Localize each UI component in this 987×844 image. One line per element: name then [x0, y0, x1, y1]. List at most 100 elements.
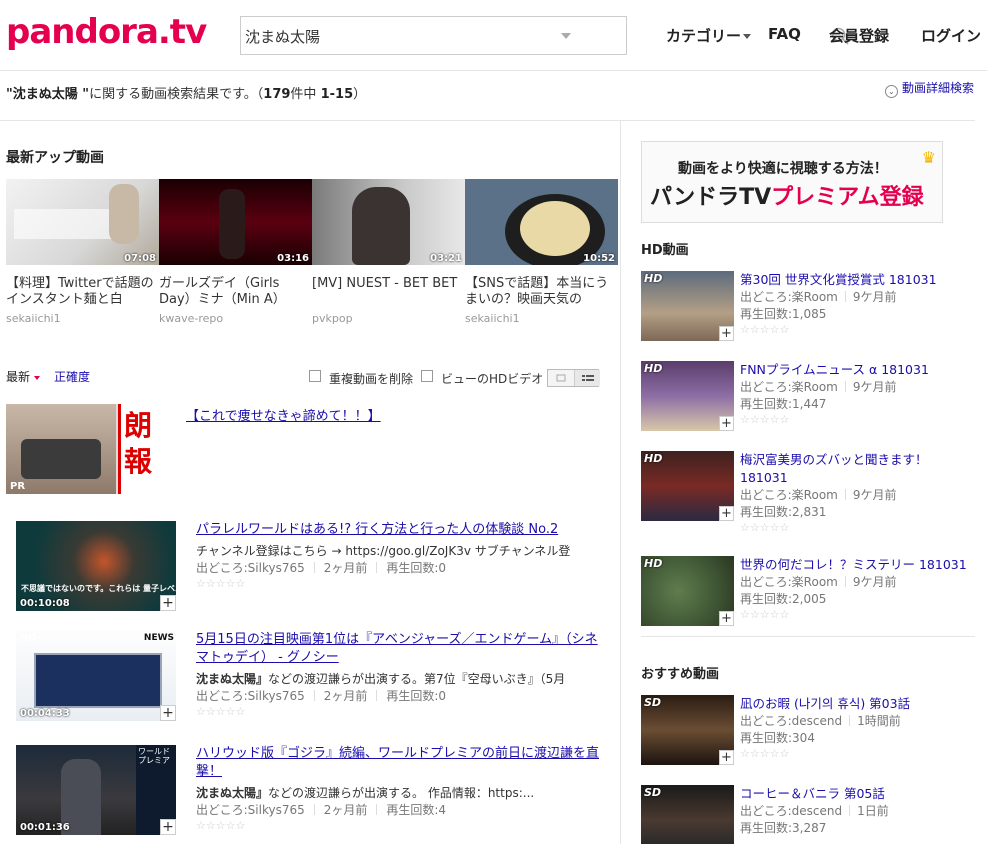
- video-thumbnail[interactable]: HD +: [641, 556, 734, 626]
- advanced-search-link[interactable]: ⌄ 動画詳細検索: [885, 79, 974, 98]
- result-item[interactable]: 不思議ではないのです。これらは 量子レベルで 00:10:08 + パラレルワー…: [16, 521, 606, 613]
- video-title-link[interactable]: FNNプライムニュース α 181031: [740, 361, 975, 379]
- channel-name[interactable]: sekaiichi1: [465, 312, 618, 325]
- latest-video[interactable]: 03:21 [MV] NUEST - BET BET pvkpop: [312, 179, 465, 325]
- divider: [641, 636, 975, 637]
- source[interactable]: 出どころ:Silkys765: [196, 803, 305, 817]
- remove-duplicates-label: 重複動画を削除: [329, 372, 414, 386]
- video-title[interactable]: 【SNSで話題】本当にうまいの？映画天気の: [465, 276, 618, 308]
- video-thumbnail[interactable]: SD +: [641, 695, 734, 765]
- latest-video[interactable]: 07:08 【料理】Twitterで話題のインスタント麺と白 sekaiichi…: [6, 179, 159, 325]
- recommended-video-item[interactable]: SD コーヒー＆バニラ 第05話 出どころ:descend 1日前 再生回数:3,…: [641, 785, 971, 844]
- pr-thumbnail[interactable]: 朗報 PR: [6, 404, 166, 494]
- hd-view-checkbox[interactable]: [421, 370, 433, 382]
- video-title-link[interactable]: 世界の何だコレ！？ミステリー 181031: [740, 556, 975, 574]
- rating-stars: ☆☆☆☆☆: [740, 323, 790, 336]
- pr-title-link[interactable]: 【これで痩せなきゃ諦めて！！】: [186, 405, 381, 424]
- hd-video-item[interactable]: HD + 梅沢富美男のズバッと聞きます！ 181031 出どころ:楽Room 9ケ…: [641, 451, 971, 534]
- hd-video-item[interactable]: HD + FNNプライムニュース α 181031 出どころ:楽Room 9ケ月前…: [641, 361, 971, 433]
- column-divider: [620, 120, 621, 844]
- rating-stars: ☆☆☆☆☆: [196, 577, 246, 590]
- grid-view-icon[interactable]: [548, 370, 574, 386]
- result-title-link[interactable]: パラレルワールドはある!? 行く方法と行った人の体験談 No.2: [196, 521, 606, 539]
- chevron-down-icon: [743, 34, 752, 39]
- sort-latest[interactable]: 最新: [6, 368, 41, 385]
- rating-stars: ☆☆☆☆☆: [196, 705, 246, 718]
- add-to-playlist-button[interactable]: +: [719, 750, 734, 765]
- video-title-link[interactable]: 第30回 世界文化賞授賞式 181031: [740, 271, 975, 289]
- add-to-playlist-button[interactable]: +: [160, 595, 176, 611]
- channel-name[interactable]: pvkpop: [312, 312, 465, 325]
- add-to-playlist-button[interactable]: +: [719, 416, 734, 431]
- result-meta: 出どころ:Silkys765 2ヶ月前 再生回数:0: [196, 561, 447, 575]
- add-to-playlist-button[interactable]: +: [719, 611, 734, 626]
- divider: [0, 120, 975, 121]
- pr-badge: PR: [10, 481, 26, 492]
- add-to-playlist-button[interactable]: +: [719, 506, 734, 521]
- nav-register[interactable]: 会員登録: [829, 25, 889, 46]
- video-thumbnail[interactable]: HD +: [641, 361, 734, 431]
- video-title[interactable]: [MV] NUEST - BET BET: [312, 276, 465, 308]
- hd-heading: HD動画: [641, 243, 689, 258]
- video-thumbnail[interactable]: SD: [641, 785, 734, 844]
- source[interactable]: 出どころ:Silkys765: [196, 689, 305, 703]
- rating-stars: ☆☆☆☆☆: [740, 413, 790, 426]
- source[interactable]: 出どころ:Silkys765: [196, 561, 305, 575]
- video-thumbnail[interactable]: HD NEWS 00:04:33 +: [16, 631, 176, 721]
- hd-view-label: ビューのHDビデオ: [441, 372, 544, 386]
- video-thumbnail[interactable]: 03:16: [159, 179, 312, 265]
- caret-down-icon: [34, 375, 41, 380]
- result-description: 沈まぬ太陽』などの渡辺謙らが出演する。 作品情報：https:...: [196, 786, 535, 800]
- list-view-icon[interactable]: [574, 370, 600, 386]
- video-title-link[interactable]: 凪のお暇 (나기의 휴식) 第03話: [740, 695, 975, 713]
- search-box[interactable]: [240, 16, 849, 55]
- crown-icon: ♛: [921, 148, 936, 167]
- result-meta: 出どころ:Silkys765 2ヶ月前 再生回数:0: [196, 689, 447, 703]
- nav-category[interactable]: カテゴリー: [666, 25, 752, 46]
- view-toggle[interactable]: [547, 369, 600, 387]
- remove-duplicates-checkbox[interactable]: [309, 370, 321, 382]
- video-title[interactable]: ガールズデイ（Girls Day）ミナ（Min A）: [159, 276, 312, 308]
- rating-stars: ☆☆☆☆☆: [740, 747, 790, 760]
- rating-stars: ☆☆☆☆☆: [740, 521, 790, 534]
- result-meta: 出どころ:Silkys765 2ヶ月前 再生回数:4: [196, 803, 447, 817]
- video-title-link[interactable]: コーヒー＆バニラ 第05話: [740, 785, 975, 803]
- premium-banner[interactable]: 動画をより快適に視聴する方法！ パンドラTVプレミアム登録 ♛: [641, 141, 943, 223]
- latest-heading: 最新アップ動画: [6, 150, 104, 166]
- result-description: 沈まぬ太陽』などの渡辺謙らが出演する。第7位『空母いぶき』（5月: [196, 672, 566, 686]
- hd-video-item[interactable]: HD + 世界の何だコレ！？ミステリー 181031 出どころ:楽Room 9ケ月…: [641, 556, 971, 628]
- nav-login[interactable]: ログイン: [921, 25, 981, 46]
- video-thumbnail[interactable]: 07:08: [6, 179, 159, 265]
- video-title-link[interactable]: 梅沢富美男のズバッと聞きます！ 181031: [740, 451, 975, 487]
- video-title[interactable]: 【料理】Twitterで話題のインスタント麺と白: [6, 276, 159, 308]
- rating-stars: ☆☆☆☆☆: [740, 608, 790, 621]
- add-to-playlist-button[interactable]: +: [160, 819, 176, 835]
- nav-faq[interactable]: FAQ: [768, 25, 801, 43]
- result-item[interactable]: HD NEWS 00:04:33 + 5月15日の注目映画第1位は『アベンジャー…: [16, 631, 606, 723]
- video-thumbnail[interactable]: 03:21: [312, 179, 465, 265]
- video-thumbnail[interactable]: HD +: [641, 451, 734, 521]
- search-dropdown-icon[interactable]: [561, 33, 571, 39]
- latest-video[interactable]: 03:16 ガールズデイ（Girls Day）ミナ（Min A） kwave-r…: [159, 179, 312, 325]
- latest-video[interactable]: 10:52 【SNSで話題】本当にうまいの？映画天気の sekaiichi1: [465, 179, 618, 325]
- result-summary: "沈まぬ太陽 "に関する動画検索結果です。（179件中 1-15）: [6, 87, 367, 102]
- result-title-link[interactable]: ハリウッド版『ゴジラ』続編、ワールドプレミアの前日に渡辺謙を直撃！: [196, 745, 606, 781]
- video-thumbnail[interactable]: HD +: [641, 271, 734, 341]
- video-thumbnail[interactable]: ワールドプレミア 00:01:36 +: [16, 745, 176, 835]
- video-thumbnail[interactable]: 不思議ではないのです。これらは 量子レベルで 00:10:08 +: [16, 521, 176, 611]
- channel-name[interactable]: kwave-repo: [159, 312, 312, 325]
- video-thumbnail[interactable]: 10:52: [465, 179, 618, 265]
- recommended-video-item[interactable]: SD + 凪のお暇 (나기의 휴식) 第03話 出どころ:descend 1時間前…: [641, 695, 971, 767]
- sort-accuracy[interactable]: 正確度: [54, 368, 90, 385]
- search-input[interactable]: [245, 21, 545, 51]
- result-item[interactable]: ワールドプレミア 00:01:36 + ハリウッド版『ゴジラ』続編、ワールドプレ…: [16, 745, 606, 837]
- header-divider: [0, 70, 987, 71]
- pandora-logo[interactable]: pandora.tv: [6, 12, 207, 52]
- result-title-link[interactable]: 5月15日の注目映画第1位は『アベンジャーズ／エンドゲーム』（シネマトゥデイ） …: [196, 631, 606, 667]
- add-to-playlist-button[interactable]: +: [160, 705, 176, 721]
- result-description: チャンネル登録はこちら → https://goo.gl/ZoJK3v サブチャ…: [196, 544, 571, 558]
- hd-video-item[interactable]: HD + 第30回 世界文化賞授賞式 181031 出どころ:楽Room 9ケ月前…: [641, 271, 971, 343]
- add-to-playlist-button[interactable]: +: [719, 326, 734, 341]
- recommended-heading: おすすめ動画: [641, 667, 720, 682]
- channel-name[interactable]: sekaiichi1: [6, 312, 159, 325]
